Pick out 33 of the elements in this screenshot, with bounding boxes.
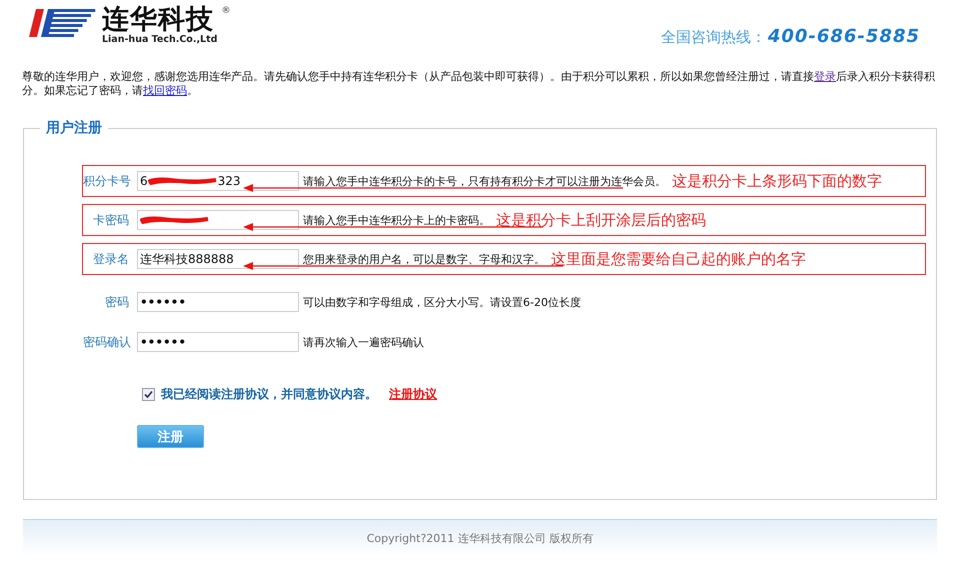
agree-checkbox[interactable]: [142, 388, 155, 401]
annotation-note: 这是积分卡上条形码下面的数字: [672, 172, 882, 190]
field-hint: 可以由数字和字母组成，区分大小写。请设置6-20位长度: [303, 294, 581, 310]
annotation-note: 这里面是您需要给自己起的账户的名字: [551, 250, 806, 268]
hotline-label: 全国咨询热线：: [660, 28, 766, 47]
logo-name: 连华科技: [102, 6, 214, 33]
field-hint: 您用来登录的用户名，可以是数字、字母和汉字。: [303, 252, 545, 266]
hotline-number: 400-686-5885: [768, 26, 920, 47]
password-field[interactable]: ••••••: [137, 332, 299, 352]
agreement-link[interactable]: 注册协议: [389, 386, 437, 403]
agreement-text: 我已经阅读注册协议，并同意协议内容。: [161, 386, 377, 403]
copyright-text: Copyright?2011 连华科技有限公司 版权所有: [366, 530, 594, 546]
password-field[interactable]: ••••••: [137, 292, 299, 312]
registered-mark: ®: [221, 6, 230, 16]
login-link[interactable]: 登录: [814, 70, 836, 83]
intro-paragraph: 尊敬的连华用户，欢迎您，感谢您选用连华产品。请先确认您手中持有连华积分卡（从产品包装中即可获得）。由于积分可以累积，所以如果您曾经注册过，请直接登录后录入积分卡获得积分。如果忘记了密码，请找回密码。: [22, 70, 936, 98]
field-label: 登录名: [92, 250, 129, 268]
logo-subtitle: Lian-hua Tech.Co.,Ltd: [102, 35, 218, 44]
field-hint: 请输入您手中连华积分卡上的卡密码。: [303, 212, 490, 228]
field-label: 卡密码: [92, 212, 129, 228]
logo-icon: [28, 6, 98, 40]
input-field[interactable]: 6 323: [137, 171, 299, 191]
field-label: 密码确认: [83, 334, 129, 350]
checkmark-icon: [144, 390, 153, 399]
field-hint: 请再次输入一遍密码确认: [303, 334, 424, 350]
input-field[interactable]: [137, 210, 299, 230]
field-label: 密码: [104, 294, 129, 310]
input-field[interactable]: 连华科技888888: [137, 249, 299, 269]
field-hint: 请输入您手中连华积分卡的卡号，只有持有积分卡才可以注册为连华会员。: [303, 174, 666, 188]
annotation-note: 这是积分卡上刮开涂层后的密码: [496, 210, 706, 230]
panel-legend: 用户注册: [40, 119, 108, 137]
recover-password-link[interactable]: 找回密码: [143, 84, 187, 97]
field-label: 积分卡号: [83, 172, 129, 190]
